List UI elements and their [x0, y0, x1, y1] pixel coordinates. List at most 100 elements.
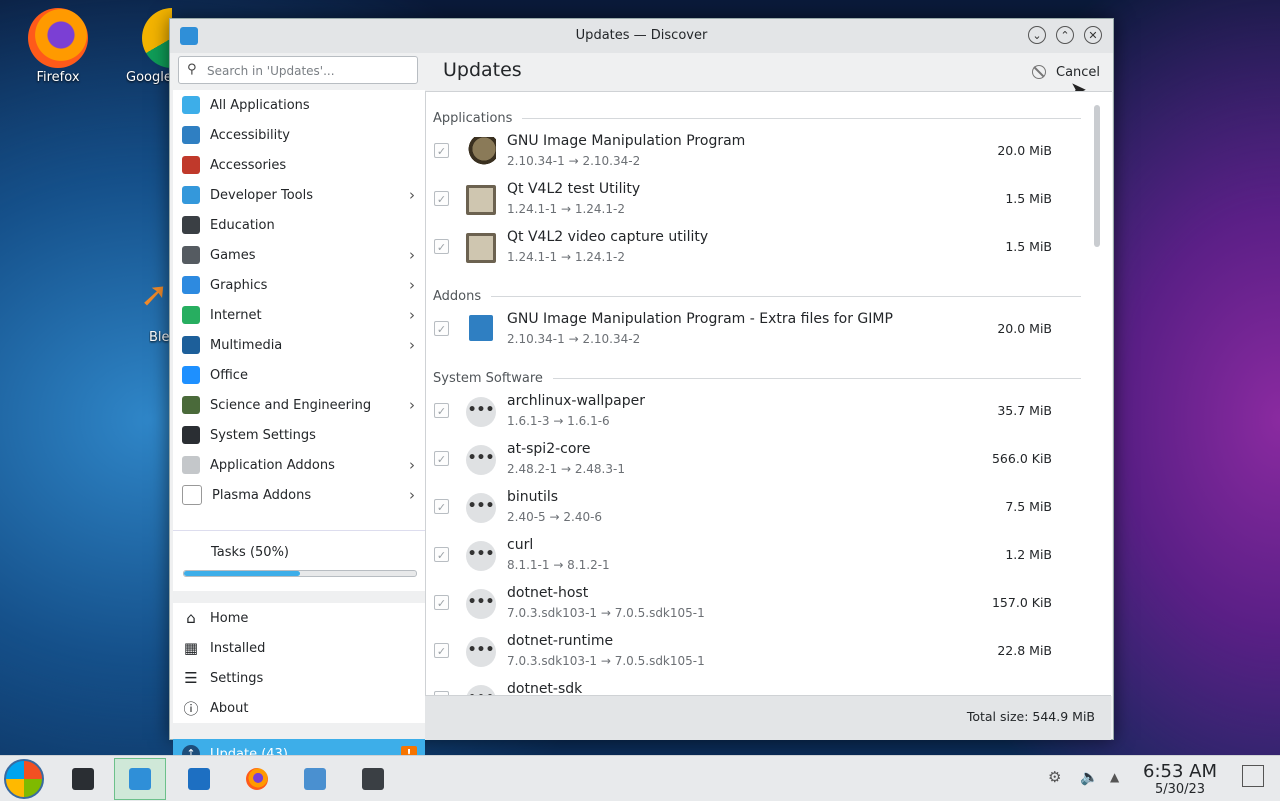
sidebar-item-about[interactable]: ⓘ About [173, 693, 425, 723]
sidebar-category-internet[interactable]: Internet › [173, 300, 425, 330]
update-checkbox[interactable]: ✓ [434, 403, 449, 418]
tasks-item[interactable]: Tasks (50%) [173, 530, 425, 591]
sidebar-category-application-addons[interactable]: Application Addons › [173, 450, 425, 480]
update-checkbox[interactable]: ✓ [434, 321, 449, 336]
nav-list: ⌂ Home ▦ Installed ☰ Settings ⓘ About [173, 603, 425, 723]
sidebar-category-graphics[interactable]: Graphics › [173, 270, 425, 300]
taskbar-firefox[interactable] [240, 762, 274, 796]
sidebar-category-games[interactable]: Games › [173, 240, 425, 270]
sidebar-category-science-and-engineering[interactable]: Science and Engineering › [173, 390, 425, 420]
update-checkbox[interactable]: ✓ [434, 595, 449, 610]
update-checkbox[interactable]: ✓ [434, 643, 449, 658]
taskbar-file-manager[interactable] [182, 762, 216, 796]
discover-window: Updates — Discover ⌄ ⌃ ✕ ⚲ All Applicati… [169, 18, 1114, 769]
package-version: 2.10.34-1 → 2.10.34-2 [507, 154, 641, 168]
chalkboard-icon [182, 216, 200, 234]
start-menu-button[interactable] [4, 759, 44, 799]
update-row[interactable]: ✓ ••• dotnet-host 7.0.3.sdk103-1 → 7.0.5.sd… [426, 579, 1086, 627]
close-button[interactable]: ✕ [1084, 26, 1102, 44]
section-header: Applications [433, 111, 1081, 126]
sidebar: ⚲ All Applications Accessibility Accessori… [170, 53, 425, 769]
clock[interactable]: 6:53 AM 5/30/23 [1140, 762, 1220, 798]
search-box[interactable]: ⚲ [178, 56, 418, 84]
document-icon [182, 366, 200, 384]
sidebar-category-developer-tools[interactable]: Developer Tools › [173, 180, 425, 210]
taskbar-files[interactable] [298, 762, 332, 796]
minimize-button[interactable]: ⌄ [1028, 26, 1046, 44]
update-row[interactable]: ✓ Qt V4L2 test Utility 1.24.1-1 → 1.24.1-2… [426, 175, 1086, 223]
grid-icon [182, 96, 200, 114]
taskbar-system-monitor[interactable] [66, 762, 100, 796]
graphics-icon [182, 276, 200, 294]
update-checkbox[interactable]: ✓ [434, 499, 449, 514]
scrollbar[interactable] [1094, 105, 1100, 247]
update-row[interactable]: ✓ GNU Image Manipulation Program - Extra … [426, 305, 1086, 353]
volume-icon[interactable]: 🔈 [1080, 768, 1099, 786]
sidebar-category-accessories[interactable]: Accessories [173, 150, 425, 180]
sidebar-category-system-settings[interactable]: System Settings [173, 420, 425, 450]
sidebar-category-multimedia[interactable]: Multimedia › [173, 330, 425, 360]
section-title: Applications [433, 111, 513, 126]
package-icon: ••• [466, 541, 496, 571]
update-row[interactable]: ✓ GNU Image Manipulation Program 2.10.34-1… [426, 127, 1086, 175]
update-row[interactable]: ✓ ••• dotnet-runtime 7.0.3.sdk103-1 → 7.0.5… [426, 627, 1086, 675]
package-name: curl [507, 537, 534, 553]
package-name: dotnet-runtime [507, 633, 614, 649]
update-row[interactable]: ✓ Qt V4L2 video capture utility 1.24.1-1 →… [426, 223, 1086, 271]
nav-label: Settings [210, 670, 264, 686]
nav-label: Home [210, 610, 249, 626]
tray-expand-icon[interactable]: ▲ [1110, 770, 1119, 784]
update-row[interactable]: ✓•••dotnet-sdk [426, 675, 1086, 696]
update-checkbox[interactable]: ✓ [434, 547, 449, 562]
package-name: GNU Image Manipulation Program - Extra f… [507, 311, 893, 327]
chevron-right-icon: › [409, 246, 415, 264]
toolbox-icon [182, 156, 200, 174]
package-icon: ••• [466, 493, 496, 523]
update-row[interactable]: ✓ ••• archlinux-wallpaper 1.6.1-3 → 1.6.1-6… [426, 387, 1086, 435]
maximize-button[interactable]: ⌃ [1056, 26, 1074, 44]
sidebar-category-education[interactable]: Education [173, 210, 425, 240]
extra-icon [469, 315, 493, 341]
search-input[interactable] [205, 60, 414, 82]
package-name: dotnet-host [507, 585, 589, 601]
desktop-icon-google-chrome[interactable]: Google [126, 8, 172, 85]
sidebar-category-office[interactable]: Office [173, 360, 425, 390]
accessibility-icon [182, 126, 200, 144]
firefox-icon [246, 768, 268, 790]
desktop-icon-firefox[interactable]: Firefox [18, 8, 98, 85]
chevron-right-icon: › [409, 336, 415, 354]
sliders-icon: ☰ [184, 669, 198, 687]
system-monitor-icon [72, 768, 94, 790]
update-checkbox[interactable]: ✓ [434, 239, 449, 254]
update-checkbox[interactable]: ✓ [434, 451, 449, 466]
desktop-icon-label: Firefox [36, 70, 80, 85]
cancel-button[interactable]: Cancel [1032, 61, 1100, 83]
plasma-icon [182, 485, 202, 505]
show-desktop-icon[interactable] [1242, 765, 1264, 787]
package-icon: ••• [466, 589, 496, 619]
update-row[interactable]: ✓ ••• curl 8.1.1-1 → 8.1.2-1 1.2 MiB [426, 531, 1086, 579]
tasks-progress-bar [183, 570, 417, 577]
sidebar-category-plasma-addons[interactable]: Plasma Addons › [173, 480, 425, 510]
category-label: Accessories [210, 157, 287, 173]
package-size: 22.8 MiB [997, 643, 1052, 658]
taskbar-terminal[interactable] [356, 762, 390, 796]
title-bar[interactable]: Updates — Discover ⌄ ⌃ ✕ [170, 19, 1113, 53]
category-label: System Settings [210, 427, 316, 443]
update-row[interactable]: ✓ ••• binutils 2.40-5 → 2.40-6 7.5 MiB [426, 483, 1086, 531]
total-size: Total size: 544.9 MiB [966, 709, 1095, 724]
chevron-right-icon: › [409, 306, 415, 324]
network-icon[interactable]: ⚙ [1048, 768, 1061, 786]
update-checkbox[interactable]: ✓ [434, 143, 449, 158]
sidebar-item-home[interactable]: ⌂ Home [173, 603, 425, 633]
update-row[interactable]: ✓ ••• at-spi2-core 2.48.2-1 → 2.48.3-1 566.0… [426, 435, 1086, 483]
package-size: 1.5 MiB [1005, 191, 1052, 206]
update-checkbox[interactable]: ✓ [434, 191, 449, 206]
taskbar: ⚙ 🔈 ▲ [0, 755, 1280, 801]
sidebar-category-all-applications[interactable]: All Applications [173, 90, 425, 120]
taskbar-discover[interactable] [114, 758, 166, 800]
sidebar-item-installed[interactable]: ▦ Installed [173, 633, 425, 663]
sidebar-category-accessibility[interactable]: Accessibility [173, 120, 425, 150]
home-icon: ⌂ [186, 609, 196, 627]
sidebar-item-settings[interactable]: ☰ Settings [173, 663, 425, 693]
